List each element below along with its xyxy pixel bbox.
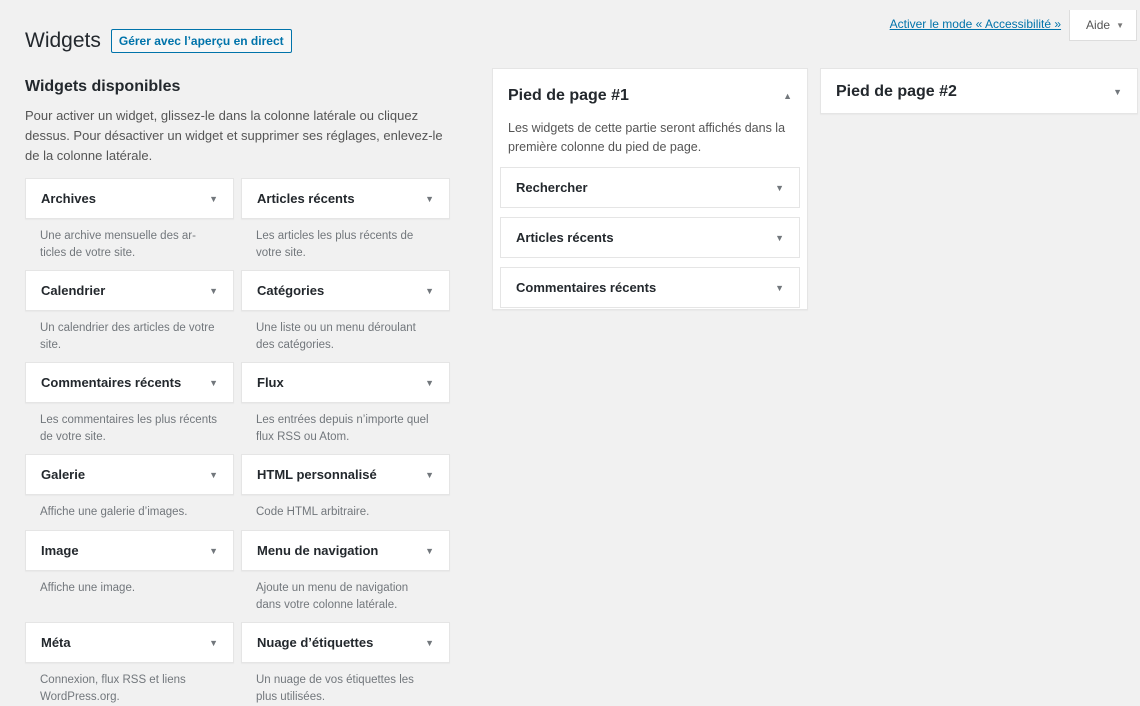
widget-title: Nuage d’étiquettes [257,635,374,650]
widget-title: Articles récents [516,230,614,245]
widget-header[interactable]: Catégories ▼ [241,270,450,311]
caret-down-icon[interactable]: ▼ [1113,87,1122,97]
page-header: Widgets Gérer avec l’aperçu en direct [25,29,292,53]
available-widgets-description: Pour activer un widget, glissez-le dans … [25,108,443,163]
sidebar-title: Pied de page #1 [508,87,629,104]
widget-title: HTML personnalisé [257,467,377,482]
widget-description: Un calendrier des articles de votre site… [40,322,215,351]
widget-title: Image [41,543,79,558]
caret-down-icon[interactable]: ▼ [425,194,434,204]
widget-nav-menu[interactable]: Menu de navigation ▼ Ajoute un menu de n… [241,530,450,614]
caret-down-icon: ▼ [1116,20,1124,30]
caret-down-icon[interactable]: ▼ [209,546,218,556]
widget-tag-cloud[interactable]: Nuage d’étiquettes ▼ Un nuage de vos éti… [241,622,450,706]
caret-down-icon[interactable]: ▼ [209,638,218,648]
widget-description: Une archive mensuelle des ar- ticles de … [40,230,196,259]
caret-up-icon[interactable]: ▲ [783,91,792,101]
widget-title: Flux [257,375,284,390]
sidebar-widget-search[interactable]: Rechercher ▼ [500,167,800,208]
sidebar-widget-recent-posts[interactable]: Articles récents ▼ [500,217,800,258]
widget-categories[interactable]: Catégories ▼ Une liste ou un menu déroul… [241,270,450,354]
widget-description: Affiche une image. [40,582,136,594]
available-widgets-heading: Widgets disponibles [25,78,181,95]
widget-title: Catégories [257,283,325,298]
sidebar-title: Pied de page #2 [836,83,957,100]
widget-description: Code HTML arbitraire. [256,506,370,518]
caret-down-icon[interactable]: ▼ [425,546,434,556]
accessibility-mode-link[interactable]: Activer le mode « Accessibilité » [890,17,1061,31]
widget-recent-comments[interactable]: Commentaires récents ▼ Les commentaires … [25,362,234,446]
sidebar-widget-recent-comments[interactable]: Commentaires récents ▼ [500,267,800,308]
caret-down-icon[interactable]: ▼ [425,378,434,388]
widget-gallery[interactable]: Galerie ▼ Affiche une galerie d’images. [25,454,234,521]
widget-description: Les articles les plus récents de votre s… [256,230,414,259]
widget-image[interactable]: Image ▼ Affiche une image. [25,530,234,597]
widget-calendar[interactable]: Calendrier ▼ Un calendrier des articles … [25,270,234,354]
widget-description: Les entrées depuis n’importe quel flux R… [256,414,429,443]
widget-header[interactable]: Calendrier ▼ [25,270,234,311]
widget-rss[interactable]: Flux ▼ Les entrées depuis n’importe quel… [241,362,450,446]
widget-title: Galerie [41,467,86,482]
caret-down-icon[interactable]: ▼ [775,233,784,243]
widget-title: Rechercher [516,180,588,195]
screen-meta: Activer le mode « Accessibilité » Aide ▼ [890,10,1137,41]
widget-meta[interactable]: Méta ▼ Connexion, flux RSS et liens Word… [25,622,234,706]
sidebar-footer-1: Pied de page #1 ▲ Les widgets de cette p… [492,68,808,310]
widget-header[interactable]: Flux ▼ [241,362,450,403]
widget-title: Archives [41,191,96,206]
page-title: Widgets [25,29,101,52]
widget-header[interactable]: Image ▼ [25,530,234,571]
sidebar-header[interactable]: Pied de page #2 ▼ [821,69,1137,115]
caret-down-icon[interactable]: ▼ [425,470,434,480]
caret-down-icon[interactable]: ▼ [209,378,218,388]
widget-header[interactable]: Galerie ▼ [25,454,234,495]
widget-header[interactable]: Nuage d’étiquettes ▼ [241,622,450,663]
available-widgets-panel: Widgets disponibles Pour activer un widg… [25,78,453,703]
widget-header[interactable]: Menu de navigation ▼ [241,530,450,571]
caret-down-icon[interactable]: ▼ [425,286,434,296]
widget-header[interactable]: Commentaires récents ▼ [25,362,234,403]
widget-description: Connexion, flux RSS et liens WordPress.o… [40,674,186,703]
widget-archives[interactable]: Archives ▼ Une archive mensuelle des ar-… [25,178,234,262]
widget-title: Commentaires récents [516,280,657,295]
widget-title: Calendrier [41,283,106,298]
widget-title: Méta [41,635,71,650]
widget-description: Affiche une galerie d’images. [40,506,188,518]
caret-down-icon[interactable]: ▼ [209,286,218,296]
caret-down-icon[interactable]: ▼ [425,638,434,648]
widget-header[interactable]: Méta ▼ [25,622,234,663]
widget-title: Menu de navigation [257,543,379,558]
live-preview-button[interactable]: Gérer avec l’aperçu en direct [110,29,292,53]
widget-title: Commentaires récents [41,375,182,390]
widget-custom-html[interactable]: HTML personnalisé ▼ Code HTML arbitraire… [241,454,450,521]
help-tab-button[interactable]: Aide ▼ [1069,10,1137,41]
caret-down-icon[interactable]: ▼ [775,183,784,193]
widget-title: Articles récents [257,191,355,206]
help-label: Aide [1086,18,1111,32]
sidebar-footer-2: Pied de page #2 ▼ [820,68,1138,114]
widget-recent-posts[interactable]: Articles récents ▼ Les articles les plus… [241,178,450,262]
widget-description: Ajoute un menu de navigation dans votre … [256,582,409,611]
sidebar-description: Les widgets de cette partie seront affic… [508,121,786,154]
widget-description: Les commentaires les plus récents de vot… [40,414,218,443]
widget-header[interactable]: Articles récents ▼ [241,178,450,219]
caret-down-icon[interactable]: ▼ [209,470,218,480]
widget-header[interactable]: HTML personnalisé ▼ [241,454,450,495]
caret-down-icon[interactable]: ▼ [775,283,784,293]
sidebar-header[interactable]: Pied de page #1 ▲ [493,69,807,119]
caret-down-icon[interactable]: ▼ [209,194,218,204]
widget-description: Un nuage de vos étiquettes les plus util… [256,674,414,703]
widget-header[interactable]: Archives ▼ [25,178,234,219]
widget-description: Une liste ou un menu déroulant des catég… [256,322,416,351]
